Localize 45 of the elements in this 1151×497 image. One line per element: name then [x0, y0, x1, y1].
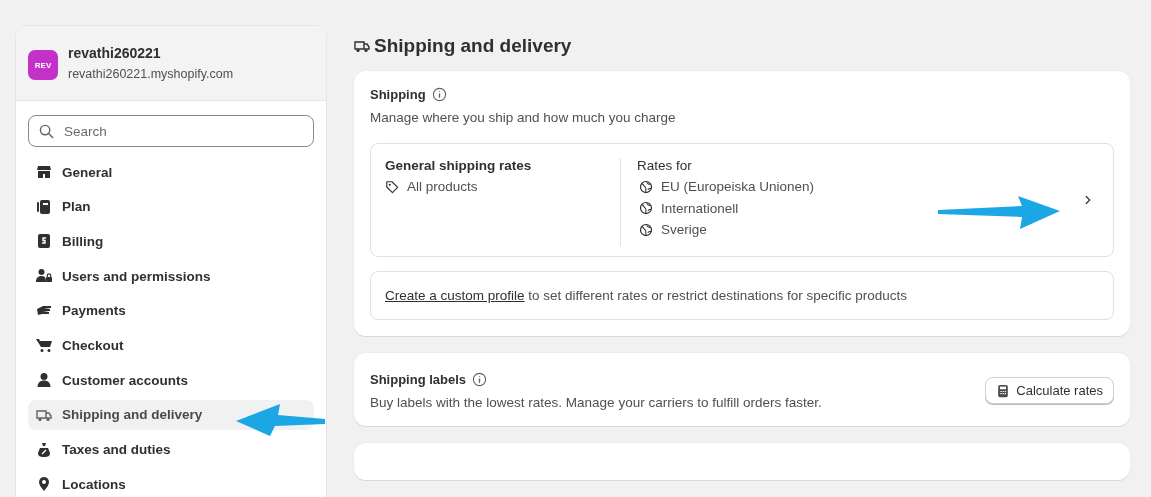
- globe-icon: [639, 201, 653, 216]
- tag-icon: [385, 179, 399, 194]
- dollar-icon: [36, 233, 52, 250]
- sidebar-item[interactable]: Locations: [28, 469, 314, 497]
- calculator-icon: [996, 383, 1011, 398]
- sidebar-item[interactable]: Payments: [28, 295, 314, 326]
- money-bag-icon: [36, 441, 52, 458]
- sidebar-item[interactable]: Shipping and delivery: [28, 399, 314, 430]
- cart-icon: [36, 337, 52, 354]
- shipping-zone: EU (Europeiska Unionen): [661, 179, 815, 195]
- globe-icon: [639, 222, 653, 237]
- shipping-zone: Sverige: [661, 222, 707, 238]
- truck-icon: [354, 38, 370, 54]
- rates-for-label: Rates for: [637, 158, 693, 173]
- section-title: Shipping labels: [370, 372, 467, 387]
- sidebar-item[interactable]: General: [28, 157, 314, 187]
- sidebar-item[interactable]: Users and permissions: [28, 261, 314, 292]
- sidebar-item[interactable]: Customer accounts: [28, 365, 314, 396]
- calculate-rates-button[interactable]: Calculate rates: [985, 377, 1114, 404]
- section-description: Manage where you ship and how much you charge: [370, 110, 677, 125]
- profile-title: General shipping rates: [385, 158, 533, 173]
- shipping-profile-row[interactable]: General shipping rates All products Rates for EU (Europeiska Unionen) Internationell Sverige: [370, 143, 1114, 257]
- location-pin-icon: [36, 476, 52, 493]
- sidebar-item[interactable]: Plan: [28, 191, 314, 222]
- section-description: Buy labels with the lowest rates. Manage your carriers to fulfill orders faster.: [370, 395, 822, 410]
- products-scope: All products: [407, 179, 478, 195]
- store-name: revathi260221: [68, 45, 162, 61]
- person-icon: [36, 372, 52, 389]
- store-avatar: REV: [28, 50, 58, 80]
- sidebar-item[interactable]: Checkout: [28, 330, 314, 361]
- page-title: Shipping and delivery: [374, 35, 572, 57]
- search-field[interactable]: Search: [28, 115, 314, 147]
- shipping-zone: Internationell: [661, 200, 739, 216]
- notebook-icon: [36, 198, 52, 215]
- users-icon: [36, 268, 52, 285]
- globe-icon: [639, 179, 653, 194]
- info-icon[interactable]: [472, 372, 488, 387]
- custom-profile-link[interactable]: Create a custom profile: [385, 288, 525, 303]
- custom-profile-text: Create a custom profile to set different rates or restrict destinations for specific products: [385, 288, 907, 303]
- store-icon: [36, 164, 52, 180]
- sidebar-item[interactable]: Taxes and duties: [28, 434, 314, 465]
- section-title: Shipping: [370, 87, 426, 102]
- sidebar-item[interactable]: Billing: [28, 226, 314, 257]
- info-icon[interactable]: [431, 87, 447, 102]
- store-domain: revathi260221.myshopify.com: [68, 67, 234, 81]
